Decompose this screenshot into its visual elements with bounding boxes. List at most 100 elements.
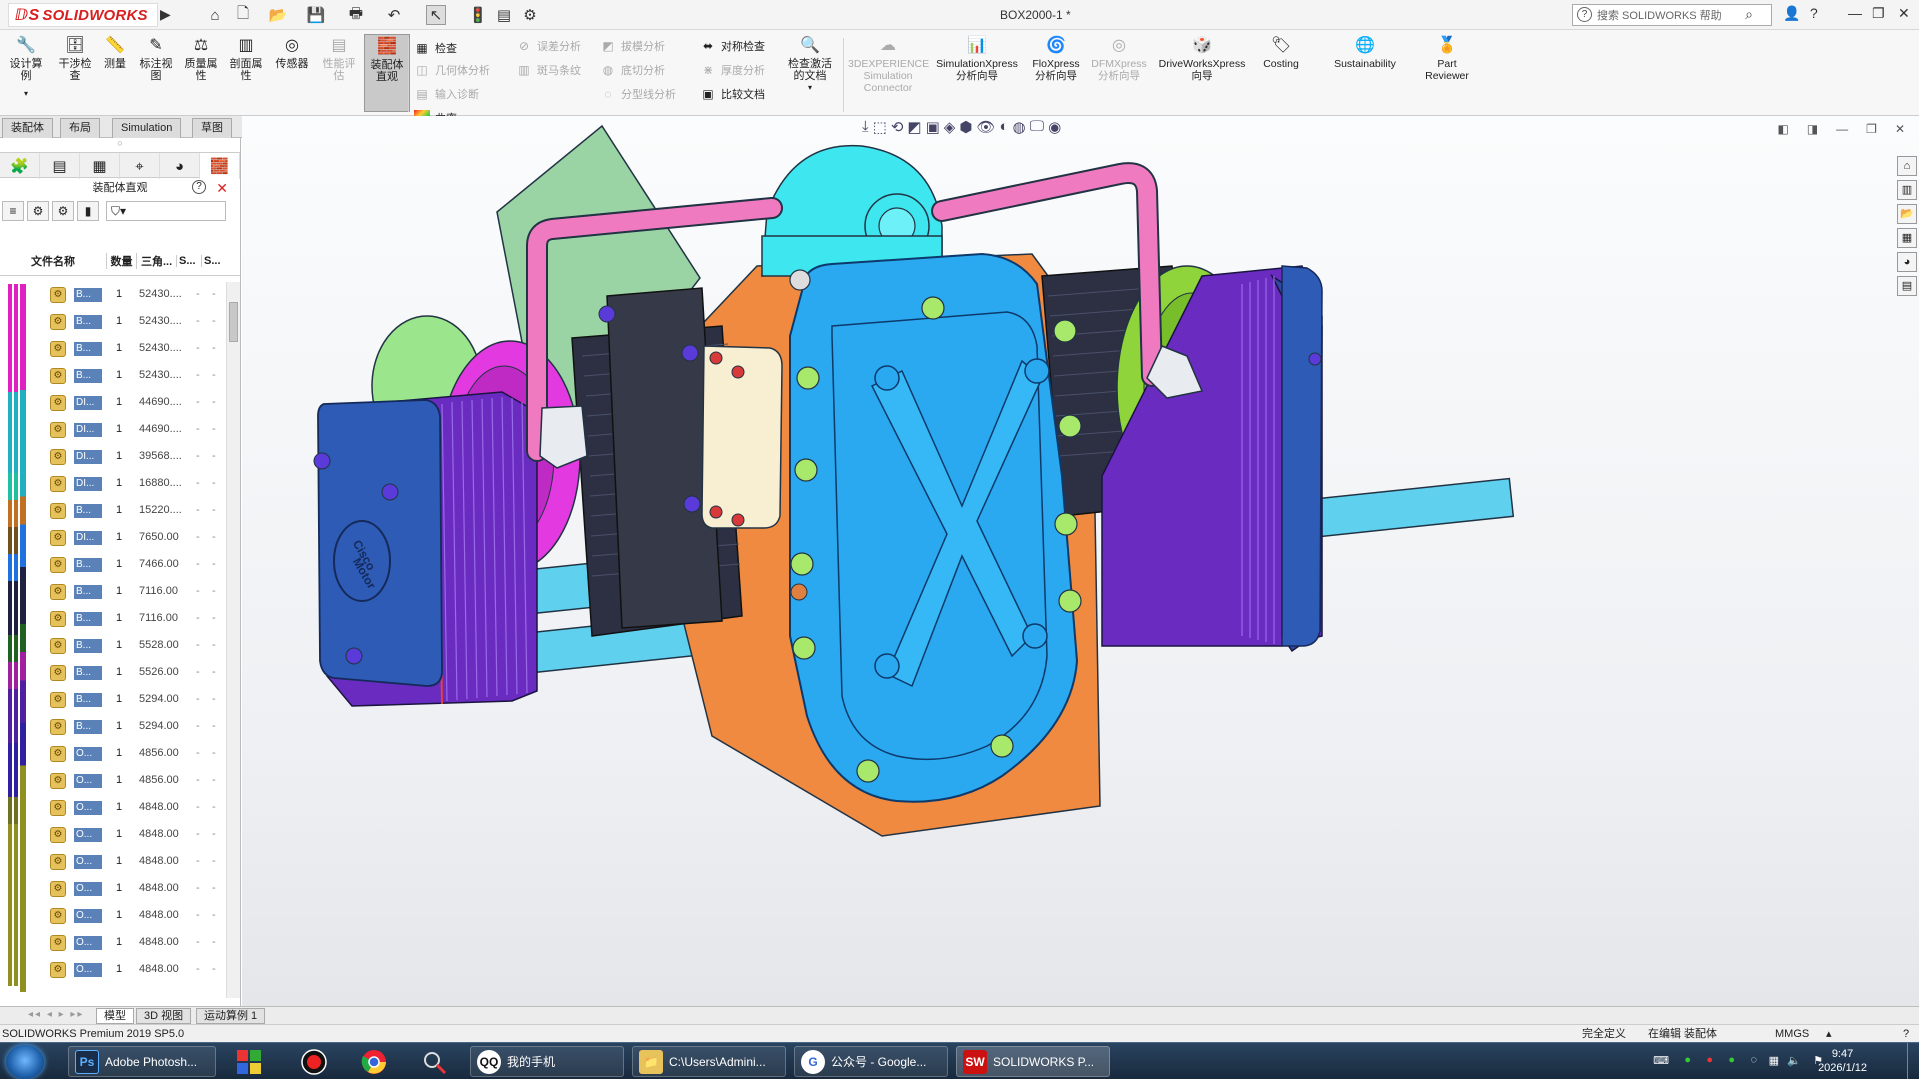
check-button[interactable]: ▦ 检查 <box>414 40 457 56</box>
draft-analysis-button[interactable]: ◩ 拔模分析 <box>600 38 665 54</box>
new-document-icon[interactable]: 🗋 <box>233 5 253 25</box>
deviation-analysis-button[interactable]: ⊘ 误差分析 <box>516 38 581 54</box>
tab-0[interactable]: 装配体 <box>2 118 53 138</box>
status-units[interactable]: MMGS <box>1775 1026 1809 1042</box>
zebra-stripes-button[interactable]: ▥ 斑马条纹 <box>516 62 581 78</box>
taskbar-windows-app-icon[interactable] <box>225 1046 273 1077</box>
component-row[interactable]: ⚙ O... 1 4848.00 - - <box>0 932 225 959</box>
show-numbers-icon[interactable]: ▮ <box>77 201 99 221</box>
tab-3[interactable]: 草图 <box>192 118 232 138</box>
component-list-scrollbar[interactable] <box>226 282 240 998</box>
component-row[interactable]: ⚙ B... 1 5528.00 - - <box>0 635 225 662</box>
task-appearances-icon[interactable]: ◕ <box>1897 252 1917 272</box>
print-icon[interactable]: 🖶 <box>346 5 366 25</box>
component-row[interactable]: ⚙ O... 1 4848.00 - - <box>0 878 225 905</box>
component-row[interactable]: ⚙ DI... 1 39568.... - - <box>0 446 225 473</box>
configuration-tab-icon[interactable]: ▦ <box>80 153 120 179</box>
component-row[interactable]: ⚙ B... 1 7466.00 - - <box>0 554 225 581</box>
undercut-analysis-button[interactable]: ◍ 底切分析 <box>600 62 665 78</box>
component-row[interactable]: ⚙ O... 1 4848.00 - - <box>0 959 225 986</box>
tab-scroll-arrows-icon[interactable]: ◂◂ ◂ ▸ ▸▸ <box>28 1009 84 1020</box>
component-row[interactable]: ⚙ O... 1 4848.00 - - <box>0 824 225 851</box>
taskbar-chrome-icon[interactable] <box>350 1046 398 1077</box>
component-row[interactable]: ⚙ B... 1 5294.00 - - <box>0 689 225 716</box>
panel-help-icon[interactable]: ? <box>192 180 206 194</box>
viewport-close-icon[interactable]: ✕ <box>1895 122 1905 136</box>
tray-keyboard-icon[interactable]: ⌨ <box>1653 1054 1669 1067</box>
show-desktop-button[interactable] <box>1907 1043 1919 1079</box>
component-row[interactable]: ⚙ O... 1 4848.00 - - <box>0 797 225 824</box>
column-header-qty[interactable]: 数量 <box>106 252 136 269</box>
taskbar-my-phone[interactable]: QQ 我的手机 <box>470 1046 624 1077</box>
component-row[interactable]: ⚙ B... 1 52430.... - - <box>0 284 225 311</box>
sustainability-button[interactable]: 🌐 Sustainability <box>1326 36 1404 70</box>
tray-volume-icon[interactable]: 🔈 <box>1787 1054 1801 1067</box>
start-button[interactable] <box>6 1045 44 1079</box>
component-row[interactable]: ⚙ B... 1 5526.00 - - <box>0 662 225 689</box>
driveworksxpress-button[interactable]: 🎲 DriveWorksXpress 向导 <box>1154 36 1250 82</box>
component-row[interactable]: ⚙ O... 1 4856.00 - - <box>0 743 225 770</box>
home-icon[interactable]: ⌂ <box>205 5 225 25</box>
parting-line-analysis-button[interactable]: ◌ 分型线分析 <box>600 86 676 102</box>
taskbar-tool-icon[interactable] <box>410 1046 458 1077</box>
filter-input[interactable]: ⛉▾ <box>106 201 226 221</box>
import-diagnostics-button[interactable]: ▤ 输入诊断 <box>414 86 479 102</box>
thickness-analysis-button[interactable]: ⋇ 厚度分析 <box>700 62 765 78</box>
markup-button[interactable]: ✎ 标注视 图 <box>134 36 178 82</box>
component-row[interactable]: ⚙ O... 1 4856.00 - - <box>0 770 225 797</box>
component-row[interactable]: ⚙ B... 1 7116.00 - - <box>0 581 225 608</box>
column-header-triangles[interactable]: 三角... <box>136 252 176 269</box>
tray-app-icon[interactable]: ● <box>1706 1054 1713 1066</box>
assembly-viz-button[interactable]: 🧱 装配体 直观 <box>364 34 410 112</box>
display-manager-tab-icon[interactable]: ◕ <box>160 153 200 179</box>
floxpress-button[interactable]: 🌀 FloXpress 分析向导 <box>1028 36 1084 82</box>
open-icon[interactable]: 📂 <box>268 5 288 25</box>
taskbar-photoshop[interactable]: Ps Adobe Photosh... <box>68 1046 216 1077</box>
restore-button[interactable]: ❐ <box>1872 5 1885 22</box>
panel-close-icon[interactable]: ✕ <box>216 178 228 198</box>
taskbar-google-chrome[interactable]: G 公众号 - Google... <box>794 1046 948 1077</box>
3dexperience-simulation-connector-button[interactable]: ☁ 3DEXPERIENCE Simulation Connector <box>848 36 929 94</box>
scrollbar-thumb[interactable] <box>229 302 238 342</box>
select-icon[interactable]: ↖ <box>426 5 446 25</box>
graphics-viewport[interactable]: ⤓ ⬚ ⟲ ◩ ▣ ◈ ⬢ 👁 ◐ ◍ 🖵 ◉ ◧ ◨ — ❐ ✕ ⌂ ▥ 📂 … <box>242 116 1919 1079</box>
nested-view-icon[interactable]: ⚙ <box>27 201 49 221</box>
search-icon[interactable]: ⌕ <box>1745 6 1753 23</box>
taskbar-recorder-icon[interactable] <box>290 1046 338 1077</box>
property-manager-tab-icon[interactable]: ▤ <box>40 153 80 179</box>
component-row[interactable]: ⚙ B... 1 7116.00 - - <box>0 608 225 635</box>
dimxpert-tab-icon[interactable]: ⌖ <box>120 153 160 179</box>
sensor-button[interactable]: ◎ 传感器 <box>270 36 314 70</box>
section-props-button[interactable]: ▥ 剖面属 性 <box>224 36 268 82</box>
options-gear-icon[interactable]: ⚙ <box>520 5 540 25</box>
column-header-name[interactable]: 文件名称 <box>0 253 106 269</box>
component-row[interactable]: ⚙ DI... 1 16880.... - - <box>0 473 225 500</box>
component-row[interactable]: ⚙ B... 1 52430.... - - <box>0 338 225 365</box>
tab-2[interactable]: Simulation <box>112 118 182 138</box>
column-header-s1[interactable]: S... <box>176 254 201 267</box>
solidworks-logo[interactable]: ⅅS SOLIDWORKS <box>8 3 158 27</box>
component-row[interactable]: ⚙ B... 1 52430.... - - <box>0 365 225 392</box>
design-study-dropdown-icon[interactable]: ▾ <box>4 88 48 100</box>
flat-view-icon[interactable]: ⚙ <box>52 201 74 221</box>
status-options-icon[interactable]: ? <box>1903 1026 1909 1042</box>
panel-grip[interactable]: ○ <box>0 138 240 152</box>
dfmxpress-button[interactable]: ◎ DFMXpress 分析向导 <box>1088 36 1150 82</box>
assembly-model[interactable]: Cisco Motor <box>242 116 1882 996</box>
file-properties-icon[interactable]: ▤ <box>494 5 514 25</box>
measure-button[interactable]: 📏 测量 <box>98 36 132 70</box>
symmetry-check-button[interactable]: ⬌ 对称检查 <box>700 38 765 54</box>
part-reviewer-button[interactable]: 🏅 Part Reviewer <box>1418 36 1476 82</box>
component-row[interactable]: ⚙ O... 1 4848.00 - - <box>0 905 225 932</box>
taskbar-solidworks[interactable]: SW SOLIDWORKS P... <box>956 1046 1110 1077</box>
tab-model[interactable]: 模型 <box>96 1008 134 1024</box>
tab-motion-study[interactable]: 运动算例 1 <box>196 1008 266 1024</box>
tray-sync-icon[interactable]: ◌ <box>1750 1054 1757 1066</box>
undo-icon[interactable]: ↶ <box>384 5 404 25</box>
geometry-analysis-button[interactable]: ◫ 几何体分析 <box>414 62 490 78</box>
component-row[interactable]: ⚙ DI... 1 44690.... - - <box>0 392 225 419</box>
component-row[interactable]: ⚙ B... 1 15220.... - - <box>0 500 225 527</box>
close-button[interactable]: ✕ <box>1898 5 1910 22</box>
component-row[interactable]: ⚙ B... 1 52430.... - - <box>0 311 225 338</box>
component-row[interactable]: ⚙ B... 1 5294.00 - - <box>0 716 225 743</box>
